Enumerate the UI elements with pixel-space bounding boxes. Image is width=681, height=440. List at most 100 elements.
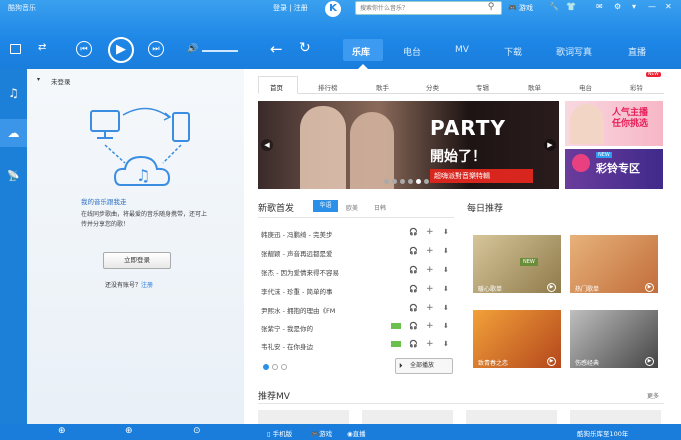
volume-slider[interactable] [202,50,238,52]
song-item[interactable]: 李代沫 - 珍重 - 简单的事 [261,286,332,296]
bottom-game-link[interactable]: 🎮游戏 [311,428,332,438]
login-register-link[interactable]: 登录 | 注册 [273,3,308,13]
next-button[interactable]: ⏭ [148,41,164,57]
download-icon[interactable]: ⬇ [443,322,449,330]
bottom-live-link[interactable]: ◉直播 [347,428,366,438]
tab-download[interactable]: 下载 [504,45,522,58]
search-box[interactable] [355,1,502,15]
search-input[interactable] [356,2,478,14]
close-icon[interactable]: ✕ [665,2,672,11]
filter-chinese[interactable]: 华语 [313,200,338,212]
collapse-arrow-icon[interactable]: ▾ [37,76,40,83]
download-icon[interactable]: ⬇ [443,266,449,274]
subtab-categories[interactable]: 分类 [426,82,439,92]
mv-thumbnail[interactable] [362,410,453,424]
subtab-home[interactable]: 首页 [270,82,283,92]
listen-icon[interactable]: 🎧 [409,340,418,348]
tab-live[interactable]: 直播 [628,45,646,58]
listen-icon[interactable]: 🎧 [409,247,418,255]
tab-mv[interactable]: MV [455,45,469,55]
filter-jpkr[interactable]: 日韩 [374,203,386,212]
volume-icon[interactable]: 🔊 [187,44,198,54]
mobile-version-link[interactable]: ▯ 手机版 [267,428,292,438]
banner-dot-active[interactable] [416,179,421,184]
download-icon[interactable]: ⬇ [443,304,449,312]
divider [258,217,454,218]
add-icon[interactable]: ⊕ [125,426,133,436]
download-icon[interactable]: ⬇ [443,247,449,255]
banner-next-arrow-icon[interactable]: ▶ [544,139,556,151]
back-arrow-icon[interactable]: ← [270,40,283,58]
song-item[interactable]: 韦礼安 - 在你身边 [261,341,313,351]
listen-icon[interactable]: 🎧 [409,228,418,236]
refresh-icon[interactable]: ↻ [299,40,311,56]
add-icon[interactable]: + [426,303,434,313]
tile-play-icon[interactable]: ▶ [645,283,654,292]
banner-dot[interactable] [408,179,413,184]
more-link[interactable]: 更多 [647,391,659,400]
add-icon[interactable]: + [426,227,434,237]
song-item[interactable]: 韩庚迅 - 冯鹏绮 - 完美步 [261,229,332,239]
tab-lyrics-photo[interactable]: 歌词写真 [556,45,592,58]
page-dot[interactable] [281,364,287,370]
subtab-albums[interactable]: 专辑 [476,82,489,92]
search-icon[interactable]: ⚲ [484,1,498,14]
previous-button[interactable]: ⏮ [76,41,92,57]
menu-icon[interactable]: ▾ [632,2,636,11]
filter-western[interactable]: 欧美 [346,203,358,212]
listen-icon[interactable]: 🎧 [409,285,418,293]
cloud-icon[interactable]: ☁ [0,119,27,147]
subtab-charts[interactable]: 排行榜 [318,82,338,92]
page-dot-active[interactable] [263,364,269,370]
download-icon[interactable]: ⬇ [443,340,449,348]
music-note-icon[interactable]: ♫ [0,79,27,107]
subtab-playlists[interactable]: 歌单 [528,82,541,92]
add-icon[interactable]: ⊕ [58,426,66,436]
settings-icon[interactable]: ⚙ [614,2,621,11]
mv-thumbnail[interactable] [466,410,557,424]
song-item[interactable]: 尹熙水 - 拥抱的理由《FM [261,305,335,315]
tab-library[interactable]: 乐库 [352,45,370,58]
add-icon[interactable]: + [426,265,434,275]
login-now-button[interactable]: 立即登录 [103,252,171,269]
wrench-icon[interactable]: 🔧 [549,2,559,11]
song-item[interactable]: 张杰 - 因为爱情来得不容易 [261,267,339,277]
playlist-icon[interactable] [10,44,21,54]
play-button[interactable]: ▶ [108,37,134,63]
page-dot[interactable] [272,364,278,370]
download-icon[interactable]: ⬇ [443,228,449,236]
song-item[interactable]: 张紫宁 - 我是你的 [261,323,313,333]
download-icon[interactable]: ⬇ [443,285,449,293]
listen-icon[interactable]: 🎧 [409,266,418,274]
tile-play-icon[interactable]: ▶ [645,357,654,366]
subtab-ringtones[interactable]: 彩铃 [630,82,643,92]
mv-thumbnail[interactable] [258,410,349,424]
search-icon[interactable]: ⊙ [193,426,201,436]
radio-antenna-icon[interactable]: 📡 [0,163,27,191]
song-item[interactable]: 张靓颖 - 声音再远都是爱 [261,248,332,258]
mail-icon[interactable]: ✉ [596,2,603,11]
tile-play-icon[interactable]: ▶ [547,283,556,292]
tile-play-icon[interactable]: ▶ [547,357,556,366]
add-icon[interactable]: + [426,321,434,331]
banner-dot[interactable] [392,179,397,184]
tab-radio[interactable]: 电台 [403,45,421,58]
add-icon[interactable]: + [426,246,434,256]
banner-dot[interactable] [400,179,405,184]
listen-icon[interactable]: 🎧 [409,304,418,312]
subtab-radio[interactable]: 电台 [579,82,592,92]
play-all-button[interactable]: ⏵ 全部播放 [395,358,453,374]
subtab-singers[interactable]: 歌手 [376,82,389,92]
banner-dot[interactable] [424,179,429,184]
game-link[interactable]: 🎮 游戏 [508,3,533,13]
loop-mode-icon[interactable]: ⇄ [38,42,46,53]
banner-prev-arrow-icon[interactable]: ◀ [261,139,273,151]
listen-icon[interactable]: 🎧 [409,322,418,330]
minimize-icon[interactable]: — [648,2,656,11]
register-link[interactable]: 注册 [141,282,153,289]
mv-thumbnail[interactable] [570,410,661,424]
add-icon[interactable]: + [426,339,434,349]
banner-dot[interactable] [384,179,389,184]
add-icon[interactable]: + [426,284,434,294]
shirt-icon[interactable]: 👕 [566,2,576,11]
